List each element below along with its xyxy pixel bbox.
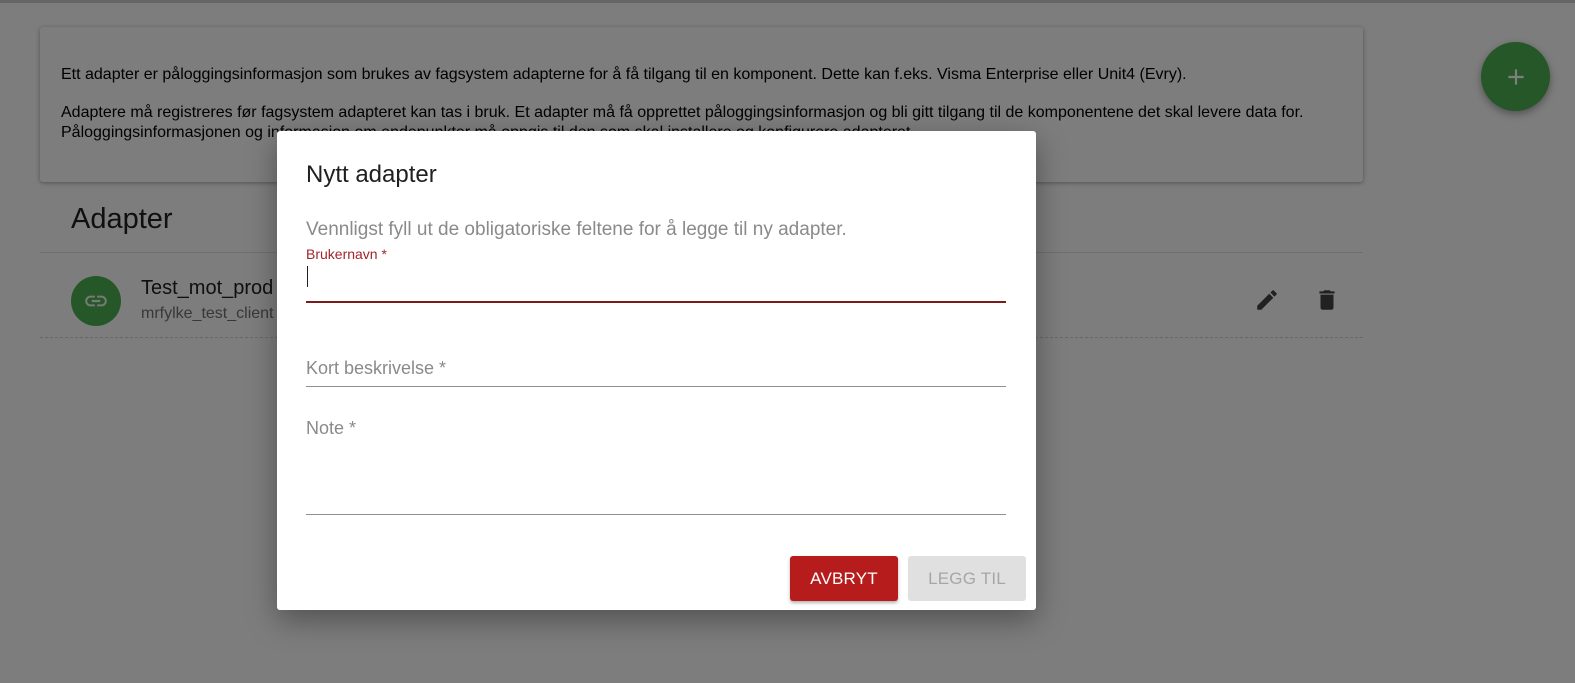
username-input[interactable] <box>306 264 1006 292</box>
page: Ett adapter er påloggingsinformasjon som… <box>0 0 1575 683</box>
note-input[interactable] <box>306 443 1006 511</box>
note-label: Note * <box>306 418 357 438</box>
dialog-description: Vennligst fyll ut de obligatoriske felte… <box>306 219 847 240</box>
cancel-button[interactable]: AVBRYT <box>790 556 898 601</box>
add-button[interactable]: LEGG TIL <box>908 556 1026 601</box>
username-label: Brukernavn * <box>306 246 387 262</box>
short-description-field[interactable]: Kort beskrivelse * <box>306 353 1006 389</box>
dialog-title: Nytt adapter <box>306 161 437 188</box>
username-field[interactable]: Brukernavn * <box>306 246 1006 304</box>
note-underline <box>306 514 1006 515</box>
short-description-underline <box>306 386 1006 387</box>
short-description-input[interactable] <box>306 355 1006 383</box>
new-adapter-dialog: Nytt adapter Vennligst fyll ut de obliga… <box>277 131 1036 610</box>
username-underline <box>306 301 1006 303</box>
note-field[interactable]: Note * <box>306 413 1006 516</box>
